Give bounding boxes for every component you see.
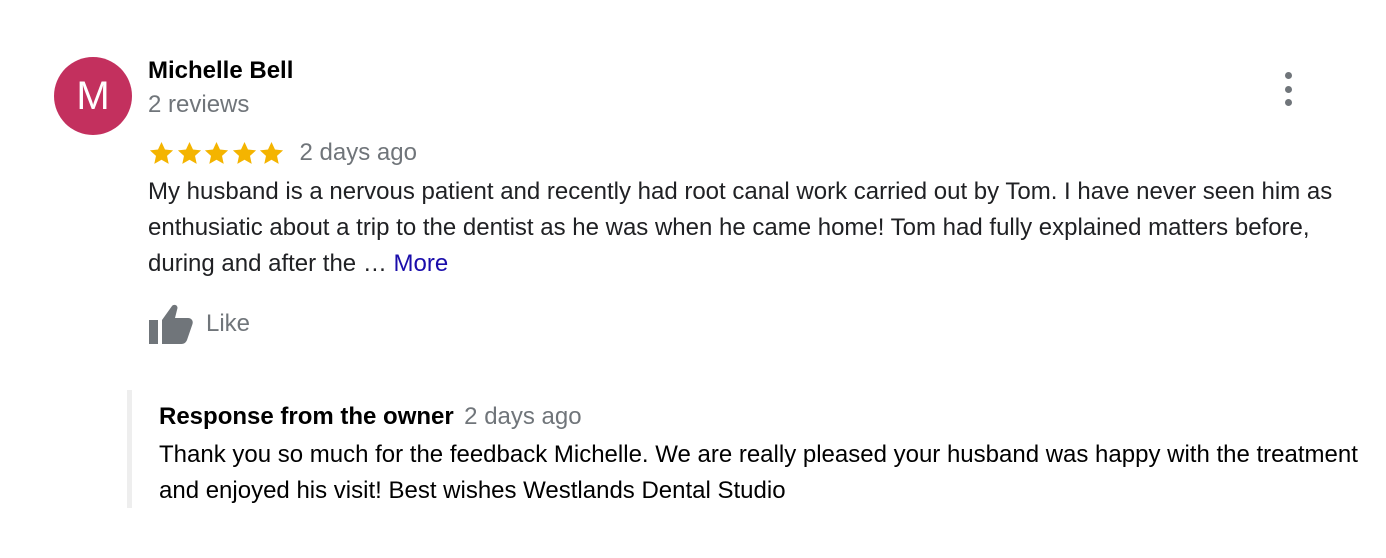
star-rating — [148, 140, 286, 167]
owner-response: Response from the owner 2 days ago Thank… — [127, 390, 1367, 508]
star-icon — [232, 141, 256, 164]
rating-row: 2 days ago — [148, 137, 417, 169]
like-button[interactable]: Like — [148, 303, 250, 345]
review-body: My husband is a nervous patient and rece… — [148, 178, 1333, 277]
more-link[interactable]: More — [393, 250, 448, 277]
like-label: Like — [206, 310, 251, 337]
reviewer-name[interactable]: Michelle Bell — [148, 56, 293, 86]
star-icon — [149, 141, 174, 164]
menu-dot — [1284, 85, 1292, 93]
review-time: 2 days ago — [299, 139, 417, 166]
menu-dot — [1284, 99, 1292, 106]
owner-response-title: Response from the owner — [159, 403, 454, 430]
owner-response-time: 2 days ago — [464, 403, 582, 430]
owner-response-text: Thank you so much for the feedback Miche… — [159, 441, 1358, 504]
owner-response-header: Response from the owner 2 days ago — [159, 400, 1367, 437]
thumb-up-icon — [149, 304, 193, 344]
reviewer-avatar[interactable]: M — [54, 57, 132, 135]
star-icon — [259, 141, 284, 164]
menu-dot — [1284, 72, 1292, 79]
star-icon — [177, 141, 201, 164]
review-count[interactable]: 2 reviews — [148, 90, 249, 120]
review-text: My husband is a nervous patient and rece… — [148, 174, 1368, 282]
star-icon — [204, 141, 229, 164]
more-vert-icon[interactable] — [1276, 72, 1300, 106]
